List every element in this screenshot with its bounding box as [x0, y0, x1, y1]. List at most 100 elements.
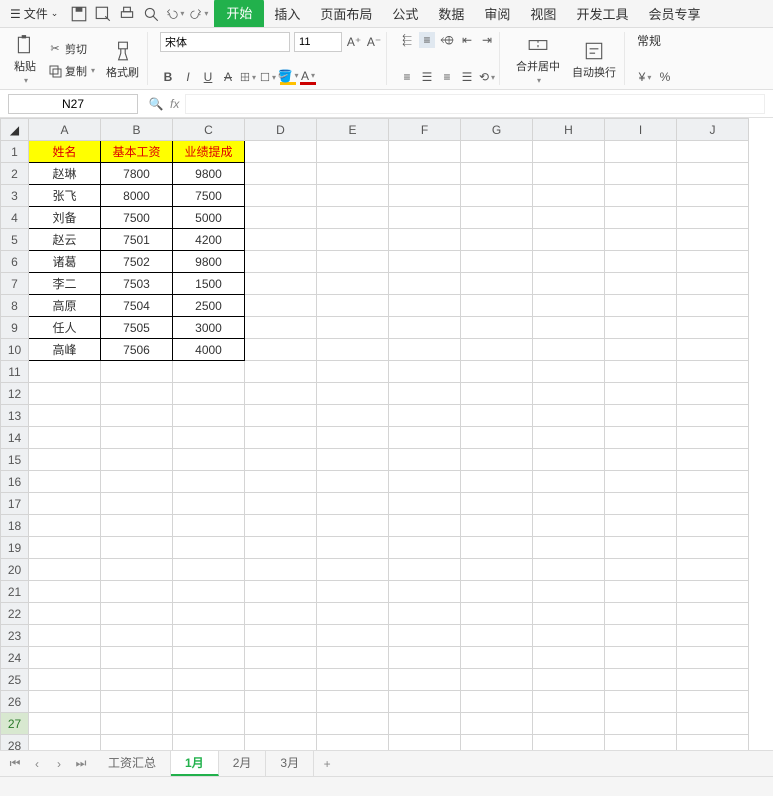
- cell[interactable]: [533, 427, 605, 449]
- row-header[interactable]: 3: [1, 185, 29, 207]
- grid[interactable]: ◢ABCDEFGHIJ1姓名基本工资业绩提成2赵琳780098003张飞8000…: [0, 118, 773, 750]
- cell[interactable]: [317, 383, 389, 405]
- cell[interactable]: [605, 691, 677, 713]
- cell[interactable]: [389, 405, 461, 427]
- align-center-icon[interactable]: ☰: [419, 69, 435, 85]
- cell[interactable]: [677, 603, 749, 625]
- cell[interactable]: [245, 317, 317, 339]
- cell[interactable]: [317, 559, 389, 581]
- indent-dec-icon[interactable]: ⇤: [459, 32, 475, 48]
- cell[interactable]: [245, 295, 317, 317]
- cell[interactable]: [245, 581, 317, 603]
- cell[interactable]: [389, 163, 461, 185]
- cell[interactable]: [317, 449, 389, 471]
- cell[interactable]: [389, 647, 461, 669]
- cell[interactable]: [245, 141, 317, 163]
- cell[interactable]: [605, 515, 677, 537]
- cell[interactable]: [461, 141, 533, 163]
- indent-inc-icon[interactable]: ⇥: [479, 32, 495, 48]
- sheet-tab[interactable]: 1月: [171, 751, 219, 776]
- cell[interactable]: [533, 405, 605, 427]
- cell[interactable]: [101, 713, 173, 735]
- cell[interactable]: [605, 603, 677, 625]
- cell[interactable]: [245, 537, 317, 559]
- cell[interactable]: [29, 603, 101, 625]
- cell[interactable]: [605, 251, 677, 273]
- cell[interactable]: [605, 383, 677, 405]
- cell[interactable]: [29, 427, 101, 449]
- cell[interactable]: [173, 669, 245, 691]
- cell[interactable]: [533, 515, 605, 537]
- cell[interactable]: [245, 713, 317, 735]
- cell[interactable]: [317, 163, 389, 185]
- tab-0[interactable]: 开始: [214, 0, 264, 27]
- cell[interactable]: [317, 537, 389, 559]
- cell[interactable]: [677, 669, 749, 691]
- cell[interactable]: [461, 207, 533, 229]
- cell[interactable]: [245, 361, 317, 383]
- cell[interactable]: [389, 493, 461, 515]
- tab-2[interactable]: 页面布局: [310, 0, 382, 27]
- cell[interactable]: [317, 669, 389, 691]
- cell[interactable]: 高峰: [29, 339, 101, 361]
- cell[interactable]: [317, 141, 389, 163]
- cell[interactable]: [101, 493, 173, 515]
- cell[interactable]: [245, 273, 317, 295]
- cell[interactable]: [317, 735, 389, 751]
- row-header[interactable]: 28: [1, 735, 29, 751]
- cell[interactable]: [533, 317, 605, 339]
- col-header[interactable]: C: [173, 119, 245, 141]
- cell[interactable]: [533, 251, 605, 273]
- align-bottom-icon[interactable]: ⬲: [439, 32, 455, 48]
- cell[interactable]: [173, 493, 245, 515]
- cell[interactable]: [677, 625, 749, 647]
- cell[interactable]: [605, 361, 677, 383]
- cell[interactable]: [29, 625, 101, 647]
- cell[interactable]: 诸葛: [29, 251, 101, 273]
- cell[interactable]: [461, 493, 533, 515]
- cell[interactable]: [101, 669, 173, 691]
- cell[interactable]: [605, 735, 677, 751]
- cell[interactable]: [173, 427, 245, 449]
- cell[interactable]: [461, 559, 533, 581]
- cell[interactable]: [533, 493, 605, 515]
- cell[interactable]: [677, 493, 749, 515]
- cell[interactable]: [389, 229, 461, 251]
- cell[interactable]: [389, 537, 461, 559]
- nav-prev-icon[interactable]: ‹: [28, 755, 46, 773]
- cell[interactable]: [29, 559, 101, 581]
- cell[interactable]: [677, 713, 749, 735]
- row-header[interactable]: 19: [1, 537, 29, 559]
- cell[interactable]: [533, 449, 605, 471]
- cell[interactable]: [317, 471, 389, 493]
- cell[interactable]: [101, 471, 173, 493]
- cell[interactable]: [173, 603, 245, 625]
- cell[interactable]: [605, 493, 677, 515]
- font-size-select[interactable]: [294, 32, 342, 52]
- cell[interactable]: [389, 207, 461, 229]
- cell[interactable]: 7502: [101, 251, 173, 273]
- format-painter-button[interactable]: 格式刷: [102, 38, 143, 82]
- cell[interactable]: [461, 735, 533, 751]
- col-header[interactable]: J: [677, 119, 749, 141]
- cell[interactable]: [101, 625, 173, 647]
- nav-first-icon[interactable]: ⏮: [6, 755, 24, 773]
- cell[interactable]: [605, 427, 677, 449]
- add-sheet-icon[interactable]: +: [318, 755, 336, 773]
- tab-7[interactable]: 开发工具: [566, 0, 638, 27]
- cell[interactable]: [677, 207, 749, 229]
- cell[interactable]: [245, 515, 317, 537]
- cell[interactable]: [677, 383, 749, 405]
- cell[interactable]: [389, 141, 461, 163]
- cell[interactable]: [677, 141, 749, 163]
- cell[interactable]: [29, 581, 101, 603]
- cell[interactable]: [389, 317, 461, 339]
- fill-color-icon[interactable]: 🪣: [280, 69, 296, 85]
- cell[interactable]: [245, 163, 317, 185]
- cell[interactable]: [317, 603, 389, 625]
- redo-icon[interactable]: [190, 5, 208, 23]
- cell[interactable]: [533, 185, 605, 207]
- cell[interactable]: [533, 537, 605, 559]
- cell[interactable]: [173, 515, 245, 537]
- cell[interactable]: [533, 603, 605, 625]
